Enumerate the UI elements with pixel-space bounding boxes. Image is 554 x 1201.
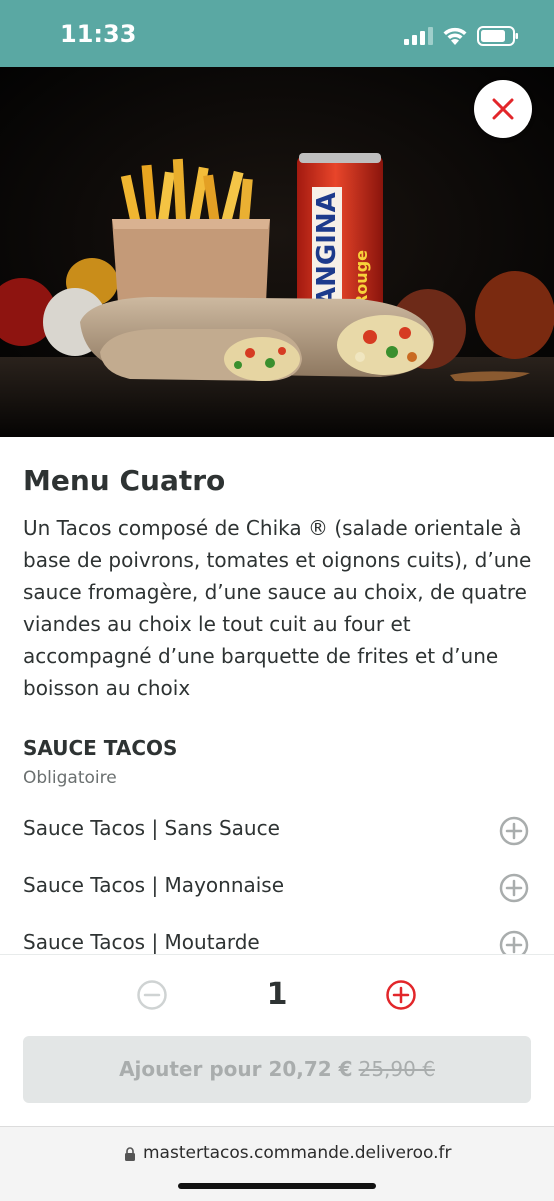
status-bar: 11:33 bbox=[0, 0, 554, 67]
original-price: 25,90 € bbox=[358, 1057, 435, 1081]
browser-url-bar[interactable]: mastertacos.commande.deliveroo.fr bbox=[0, 1126, 554, 1201]
option-label: Sauce Tacos | Moutarde bbox=[23, 930, 260, 954]
product-description: Un Tacos composé de Chika ® (salade orie… bbox=[23, 516, 532, 700]
svg-text:Rouge: Rouge bbox=[352, 250, 371, 307]
svg-text:ANGINA: ANGINA bbox=[312, 192, 342, 307]
wifi-icon bbox=[443, 27, 467, 45]
close-button[interactable] bbox=[474, 80, 532, 138]
increase-quantity-button[interactable] bbox=[385, 979, 417, 1011]
product-image: ANGINA Rouge bbox=[0, 67, 554, 437]
lock-icon bbox=[125, 1147, 135, 1161]
url-text[interactable]: mastertacos.commande.deliveroo.fr bbox=[143, 1143, 451, 1163]
food-photo-illustration: ANGINA Rouge bbox=[0, 67, 554, 437]
home-indicator bbox=[178, 1183, 376, 1189]
option-label: Sauce Tacos | Mayonnaise bbox=[23, 873, 285, 897]
option-row[interactable]: Sauce Tacos | Mayonnaise bbox=[0, 861, 554, 911]
quantity-value: 1 bbox=[266, 977, 288, 1012]
status-time: 11:33 bbox=[60, 20, 137, 48]
add-option-icon[interactable] bbox=[499, 873, 529, 903]
close-icon bbox=[492, 98, 514, 120]
decrease-quantity-button[interactable] bbox=[136, 979, 168, 1011]
battery-icon bbox=[477, 26, 518, 46]
order-footer: 1 Ajouter pour 20,72 €25,90 € bbox=[0, 954, 554, 1127]
add-button-label: Ajouter pour 20,72 € bbox=[119, 1057, 353, 1081]
option-label: Sauce Tacos | Sans Sauce bbox=[23, 816, 280, 840]
add-to-basket-button[interactable]: Ajouter pour 20,72 €25,90 € bbox=[23, 1036, 531, 1103]
option-row[interactable]: Sauce Tacos | Sans Sauce bbox=[0, 804, 554, 854]
tacos bbox=[80, 297, 434, 381]
product-title: Menu Cuatro bbox=[23, 464, 226, 497]
section-required-label: Obligatoire bbox=[23, 768, 117, 788]
cellular-signal-icon bbox=[404, 27, 433, 45]
add-option-icon[interactable] bbox=[499, 816, 529, 846]
section-title: SAUCE TACOS bbox=[23, 736, 178, 760]
